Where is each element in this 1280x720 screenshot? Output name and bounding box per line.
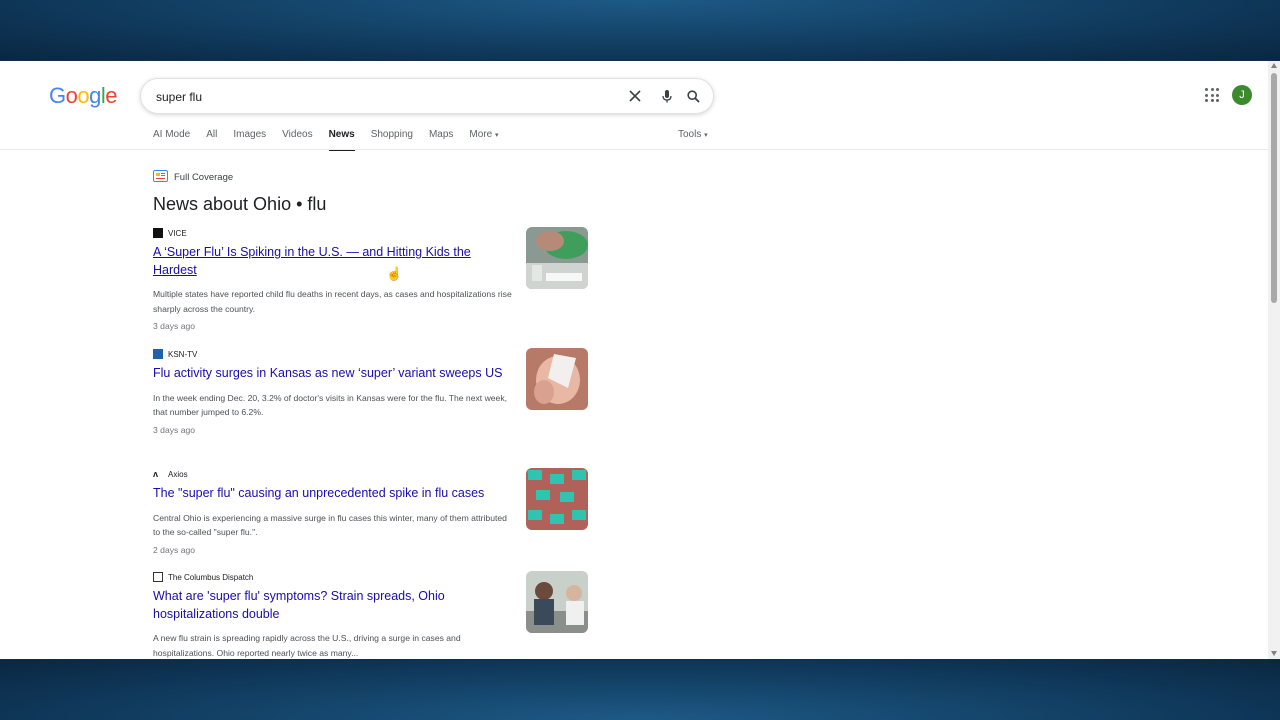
result-thumbnail[interactable] xyxy=(526,227,588,289)
mic-icon[interactable] xyxy=(659,88,675,104)
tools-button[interactable]: Tools ▾ xyxy=(678,129,708,140)
news-result: VICE A ‘Super Flu’ Is Spiking in the U.S… xyxy=(153,227,589,331)
full-coverage-label: Full Coverage xyxy=(174,172,234,183)
result-title-link[interactable]: A ‘Super Flu’ Is Spiking in the U.S. — a… xyxy=(153,244,503,279)
tab-ai-mode[interactable]: AI Mode xyxy=(153,129,190,151)
result-thumbnail[interactable] xyxy=(526,468,588,530)
source-name: KSN-TV xyxy=(168,349,198,359)
apps-grid-icon[interactable] xyxy=(1205,88,1219,102)
scroll-down-icon[interactable] xyxy=(1271,651,1277,656)
scrollbar-thumb[interactable] xyxy=(1271,73,1277,303)
news-result: ʌ Axios The "super flu" causing an unprec… xyxy=(153,468,589,555)
result-age: 3 days ago xyxy=(153,424,196,435)
result-thumbnail[interactable] xyxy=(526,348,588,410)
search-icon[interactable] xyxy=(685,88,701,104)
google-logo[interactable]: Google xyxy=(49,83,118,109)
header-divider xyxy=(0,149,1268,150)
close-icon[interactable] xyxy=(627,88,643,104)
news-result: The Columbus Dispatch What are 'super fl… xyxy=(153,571,589,659)
desktop-background-bottom xyxy=(0,660,1280,720)
result-title-link[interactable]: The "super flu" causing an unprecedented… xyxy=(153,485,503,503)
source-name: Axios xyxy=(168,469,188,479)
result-title-link[interactable]: Flu activity surges in Kansas as new ‘su… xyxy=(153,365,503,383)
avatar[interactable]: J xyxy=(1232,85,1252,105)
source-name: The Columbus Dispatch xyxy=(168,572,254,582)
dispatch-favicon-icon xyxy=(153,572,163,582)
tab-news[interactable]: News xyxy=(328,129,355,151)
tab-maps[interactable]: Maps xyxy=(429,129,453,151)
result-title-link[interactable]: What are 'super flu' symptoms? Strain sp… xyxy=(153,588,503,623)
tab-all[interactable]: All xyxy=(206,129,217,151)
desktop-background-top xyxy=(0,0,1280,60)
vice-favicon-icon xyxy=(153,228,163,238)
browser-page: Google J AI Mode All Images Videos News … xyxy=(0,61,1280,659)
hand-cursor-icon: ☝ xyxy=(386,266,403,281)
source-name: VICE xyxy=(168,228,187,238)
result-snippet: Multiple states have reported child flu … xyxy=(153,289,512,314)
tab-images[interactable]: Images xyxy=(233,129,266,151)
search-tabs: AI Mode All Images Videos News Shopping … xyxy=(153,129,515,151)
result-snippet: In the week ending Dec. 20, 3.2% of doct… xyxy=(153,392,508,418)
result-snippet: Central Ohio is experiencing a massive s… xyxy=(153,512,507,538)
tab-more-label: More xyxy=(469,129,493,140)
scroll-up-icon[interactable] xyxy=(1271,63,1277,68)
result-thumbnail[interactable] xyxy=(526,571,588,633)
full-coverage-link[interactable]: Full Coverage xyxy=(153,170,233,185)
chevron-down-icon: ▾ xyxy=(704,132,708,139)
news-result: KSN-TV Flu activity surges in Kansas as … xyxy=(153,348,589,435)
scrollbar[interactable] xyxy=(1268,61,1280,659)
tab-shopping[interactable]: Shopping xyxy=(371,129,413,151)
result-age: 3 days ago xyxy=(153,321,196,331)
ksn-favicon-icon xyxy=(153,349,163,359)
tab-more[interactable]: More ▾ xyxy=(469,129,498,151)
result-snippet: A new flu strain is spreading rapidly ac… xyxy=(153,633,461,658)
axios-favicon-icon: ʌ xyxy=(153,469,159,479)
tab-videos[interactable]: Videos xyxy=(282,129,312,151)
section-heading: News about Ohio • flu xyxy=(153,194,327,214)
search-input[interactable] xyxy=(154,79,598,115)
search-box xyxy=(140,78,714,115)
chevron-down-icon: ▾ xyxy=(495,132,499,139)
full-coverage-icon xyxy=(153,170,168,185)
tools-label: Tools xyxy=(678,129,702,140)
result-age: 2 days ago xyxy=(153,544,196,555)
